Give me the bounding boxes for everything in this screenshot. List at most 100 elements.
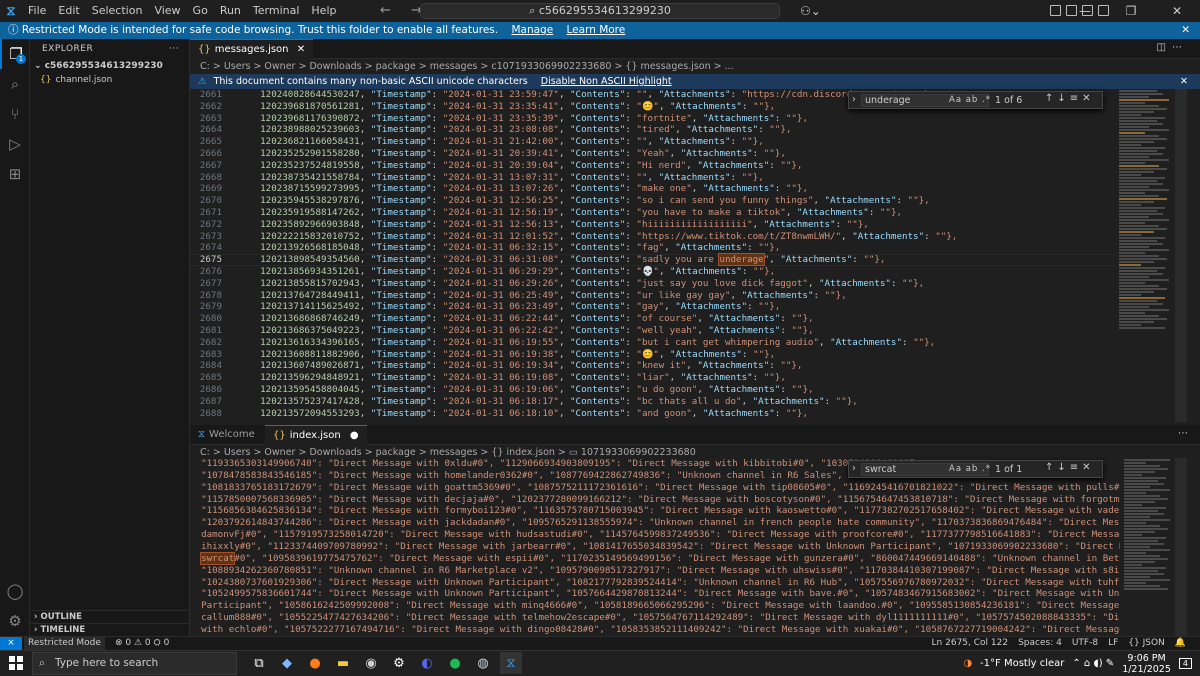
more-actions-icon[interactable]: ⋯ — [1178, 428, 1188, 439]
close-window-button[interactable]: ✕ — [1154, 0, 1200, 22]
close-icon[interactable]: ✕ — [1180, 74, 1188, 89]
timeline-section[interactable]: › TIMELINE — [30, 623, 190, 636]
tab-messages-json[interactable]: {} messages.json ✕ — [190, 39, 314, 59]
problems-status[interactable]: ⊗ 0 ⚠ 0 ⛭ 0 — [115, 637, 169, 650]
code-line[interactable]: callum888#0", "1055225477427634206": "Di… — [190, 612, 1120, 624]
windows-start-icon[interactable] — [9, 656, 23, 670]
code-line[interactable]: "1156856384625836134": "Direct Message w… — [190, 505, 1120, 517]
code-line[interactable]: 2663 120239681176390872, "Timestamp": "2… — [190, 113, 808, 125]
menu-help[interactable]: Help — [305, 0, 342, 22]
messages-json-editor[interactable]: 2661 120240828644530247, "Timestamp": "2… — [190, 89, 1115, 422]
code-line[interactable]: 2684 120213607489026871, "Timestamp": "2… — [190, 360, 803, 372]
command-center-search[interactable]: ⌕ c566295534613299230 — [420, 3, 780, 19]
eol[interactable]: LF — [1108, 637, 1118, 650]
top-scrollbar[interactable] — [1175, 89, 1187, 422]
spotify-icon[interactable]: ● — [444, 652, 466, 674]
menu-run[interactable]: Run — [214, 0, 247, 22]
discord-icon[interactable]: ◐ — [416, 652, 438, 674]
code-line[interactable]: 2678 120213764728449411, "Timestamp": "2… — [190, 290, 847, 302]
code-line[interactable]: 2685 120213596294848921, "Timestamp": "2… — [190, 372, 786, 384]
code-line[interactable]: 2675 120213898549354560, "Timestamp": "2… — [190, 253, 885, 267]
find-nav-icons[interactable]: ↑↓≡✕ — [1045, 462, 1095, 473]
code-line[interactable]: 2666 120235252901558280, "Timestamp": "2… — [190, 148, 786, 160]
menu-go[interactable]: Go — [187, 0, 214, 22]
code-line[interactable]: "1157850007568336905": "Direct Message w… — [190, 494, 1120, 506]
menu-file[interactable]: File — [22, 0, 52, 22]
gear-icon[interactable]: ⚙ — [0, 606, 30, 636]
remote-icon[interactable]: ⨯ — [0, 637, 22, 651]
code-line[interactable]: 2665 120236821166058431, "Timestamp": "2… — [190, 136, 764, 148]
code-line[interactable]: with echlo#0", "1057522277167494716": "D… — [190, 624, 1120, 636]
breadcrumb[interactable]: C: > Users > Owner > Downloads > package… — [190, 59, 1200, 74]
folder-root[interactable]: ⌄ c566295534613299230 — [30, 59, 189, 73]
more-actions-icon[interactable]: ⋯ — [1172, 42, 1188, 53]
extensions-icon[interactable]: ⊞ — [0, 159, 30, 189]
code-line[interactable]: damonvFj#0", "1157919573258014720": "Dir… — [190, 529, 1120, 541]
copilot-app-icon[interactable]: ◆ — [276, 652, 298, 674]
clock[interactable]: 9:06 PM 1/21/2025 — [1122, 653, 1171, 675]
notification-badge[interactable]: 4 — [1178, 658, 1192, 669]
code-line[interactable]: 2661 120240828644530247, "Timestamp": "2… — [190, 89, 952, 101]
manage-link[interactable]: Manage — [511, 24, 553, 36]
learn-more-link[interactable]: Learn More — [567, 24, 626, 36]
more-actions-icon[interactable]: ··· — [169, 39, 179, 59]
tray-icons[interactable]: ⌃ ⌂ ◖) ✎ — [1072, 658, 1114, 669]
code-line[interactable]: 2674 120213926568185048, "Timestamp": "2… — [190, 242, 780, 254]
unsaved-dot-icon[interactable]: ● — [350, 430, 359, 441]
code-line[interactable]: 2669 120238715599273995, "Timestamp": "2… — [190, 183, 808, 195]
weather-text[interactable]: -1°F Mostly clear — [980, 658, 1064, 669]
restore-button[interactable]: ❐ — [1108, 0, 1154, 22]
code-line[interactable]: 2671 120235919588147262, "Timestamp": "2… — [190, 207, 902, 219]
restricted-mode-status[interactable]: Restricted Mode — [24, 637, 105, 650]
tab-welcome[interactable]: ⧖ Welcome — [190, 425, 263, 445]
layout-customize-icon[interactable] — [1050, 5, 1061, 16]
code-line[interactable]: 2672 120235892966903848, "Timestamp": "2… — [190, 219, 869, 231]
find-nav-icons[interactable]: ↑↓≡✕ — [1045, 93, 1095, 104]
code-line[interactable]: "1052499575836601744": "Direct Message w… — [190, 588, 1120, 600]
cursor-position[interactable]: Ln 2675, Col 122 — [932, 637, 1009, 650]
source-control-icon[interactable]: ⑂ — [0, 99, 30, 129]
copilot-icon[interactable]: ⚇⌄ — [800, 0, 821, 22]
find-options[interactable]: Aa ab .* — [949, 464, 991, 474]
code-line[interactable]: 2688 120213572094553293, "Timestamp": "2… — [190, 408, 808, 420]
menu-terminal[interactable]: Terminal — [247, 0, 306, 22]
code-line[interactable]: Participant", "1058616242509992008": "Di… — [190, 600, 1120, 612]
outline-section[interactable]: › OUTLINE — [30, 610, 190, 623]
file-explorer-icon[interactable]: ▬ — [332, 652, 354, 674]
run-debug-icon[interactable]: ▷ — [0, 129, 30, 159]
firefox-icon[interactable]: ● — [304, 652, 326, 674]
code-line[interactable]: "1088934262360780851": "Unknown channel … — [190, 565, 1120, 577]
taskbar-search[interactable]: ⌕ Type here to search — [32, 652, 237, 675]
code-line[interactable]: 2681 120213686375049223, "Timestamp": "2… — [190, 325, 814, 337]
tab-index-json[interactable]: {} index.json ● — [265, 425, 367, 445]
browser-icon[interactable]: ◉ — [360, 652, 382, 674]
code-line[interactable]: "1193365303149906740": "Direct Message w… — [190, 458, 915, 470]
account-icon[interactable]: ◯ — [0, 576, 30, 606]
task-view-icon[interactable]: ⧉ — [248, 652, 270, 674]
code-line[interactable]: ihixxly#0", "1123374409709780992": "Dire… — [190, 541, 1120, 553]
code-line[interactable]: 2686 120213595458804045, "Timestamp": "2… — [190, 384, 814, 396]
split-editor-icon[interactable]: ◫ — [1157, 42, 1172, 53]
encoding[interactable]: UTF-8 — [1072, 637, 1098, 650]
disable-highlight-link[interactable]: Disable Non ASCII Highlight — [541, 76, 672, 87]
file-channel-json[interactable]: {} channel.json — [30, 73, 189, 87]
code-line[interactable]: 2670 120235945538297876, "Timestamp": "2… — [190, 195, 930, 207]
chevron-right-icon[interactable]: › — [852, 94, 856, 105]
code-line[interactable]: 2664 120238988025239603, "Timestamp": "2… — [190, 124, 792, 136]
explorer-icon[interactable]: ❐ 1 — [0, 39, 30, 69]
search-icon[interactable]: ⌕ — [0, 69, 30, 99]
code-line[interactable]: 2668 120238735421558784, "Timestamp": "2… — [190, 172, 764, 184]
language-mode[interactable]: {} JSON — [1128, 637, 1165, 650]
bottom-scrollbar[interactable] — [1175, 458, 1187, 636]
settings-icon[interactable]: ⚙ — [388, 652, 410, 674]
code-line[interactable]: 2680 120213686868746249, "Timestamp": "2… — [190, 313, 814, 325]
steam-icon[interactable]: ◍ — [472, 652, 494, 674]
close-tab-icon[interactable]: ✕ — [297, 44, 305, 55]
indentation[interactable]: Spaces: 4 — [1018, 637, 1062, 650]
close-icon[interactable]: ✕ — [1181, 22, 1190, 39]
menu-view[interactable]: View — [148, 0, 186, 22]
code-line[interactable]: 2682 120213616334396165, "Timestamp": "2… — [190, 337, 935, 349]
index-json-editor[interactable]: "1193365303149906740": "Direct Message w… — [190, 458, 1120, 636]
menu-edit[interactable]: Edit — [52, 0, 85, 22]
find-options[interactable]: Aa ab .* — [949, 95, 991, 105]
